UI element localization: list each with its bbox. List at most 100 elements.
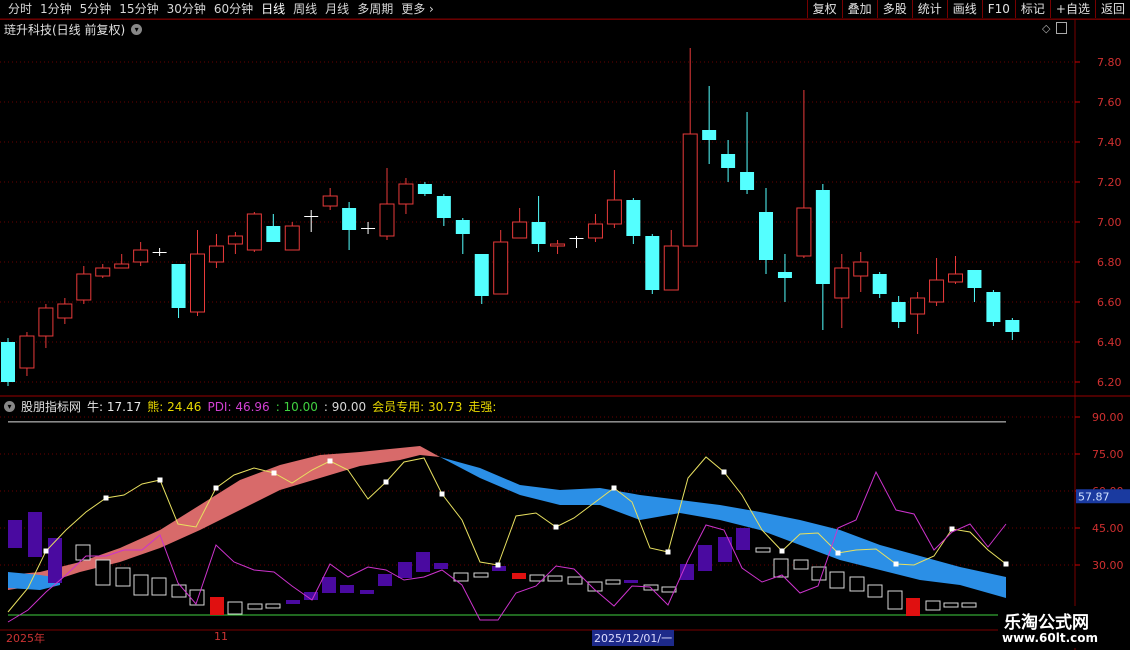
candle-body <box>266 226 281 242</box>
current-value-label: 57.87 <box>1078 490 1110 503</box>
candle-body <box>493 241 509 295</box>
indicator-bar <box>492 566 506 571</box>
legend-bull: 牛: 17.17 <box>87 400 142 414</box>
ind-tick-label: 30.00 <box>1092 559 1124 572</box>
indicator-bar <box>227 601 243 615</box>
candle-body <box>455 220 470 234</box>
indicator-bar <box>247 603 263 610</box>
yellow-marker <box>893 561 899 567</box>
candle-body <box>417 184 432 194</box>
indicator-bar <box>340 585 354 593</box>
red-band <box>8 446 440 590</box>
candle-body <box>1 342 15 382</box>
indicator-bar <box>529 574 545 582</box>
f10-button[interactable]: F10 <box>981 0 1015 18</box>
ind-tick-label: 90.00 <box>1092 411 1124 424</box>
main-chart[interactable]: 7.80 7.60 7.40 7.20 7.00 6.80 6.60 6.40 6.20 90.0… <box>0 0 1130 650</box>
tab-daily[interactable]: 日线 <box>257 1 289 18</box>
date-start: 2025年 <box>6 632 45 645</box>
candle-body <box>436 196 451 218</box>
indicator-bar <box>115 567 131 587</box>
period-tabs: 分时 1分钟 5分钟 15分钟 30分钟 60分钟 日线 周线 月线 多周期 更… <box>4 1 438 18</box>
legend-member: 会员专用: 30.73 <box>372 400 463 414</box>
diamond-icon[interactable]: ◇ <box>1042 22 1050 35</box>
candle-body <box>133 249 149 263</box>
tab-monthly[interactable]: 月线 <box>321 1 353 18</box>
chart-title: 琏升科技(日线 前复权) <box>4 23 126 37</box>
yellow-marker <box>213 485 219 491</box>
yellow-marker <box>553 524 559 530</box>
chevron-right-icon: › <box>429 2 434 16</box>
panel-toggle-icon[interactable] <box>1056 22 1068 34</box>
indicator-bar <box>473 572 489 578</box>
overlay-button[interactable]: 叠加 <box>841 0 877 18</box>
candle-body <box>208 245 224 263</box>
tab-more[interactable]: 更多 › <box>397 1 438 18</box>
tab-fenshi[interactable]: 分时 <box>4 1 36 18</box>
indicator-bar <box>322 577 336 593</box>
candle-body <box>95 267 111 277</box>
candle-body <box>587 223 603 239</box>
mark-button[interactable]: 标记 <box>1014 0 1050 18</box>
chart-grid <box>0 18 1130 650</box>
tab-30min[interactable]: 30分钟 <box>163 1 210 18</box>
candle-body <box>796 207 812 257</box>
ind-tick-label: 45.00 <box>1092 522 1124 535</box>
indicator-bar <box>434 563 448 569</box>
tab-60min[interactable]: 60分钟 <box>210 1 257 18</box>
indicator-bar <box>265 603 281 609</box>
price-tick-label: 7.20 <box>1097 176 1122 189</box>
candle-body <box>834 267 850 299</box>
indicator-bar <box>286 600 300 604</box>
chart-tools: ◇ <box>1042 22 1068 35</box>
indicator-bar <box>587 581 603 592</box>
yellow-marker <box>43 548 49 554</box>
indicator-bar <box>398 562 412 578</box>
candle-body <box>910 297 926 315</box>
candle-body <box>550 243 566 247</box>
indicator-bar <box>95 559 111 586</box>
tab-more-label: 更多 <box>401 2 426 16</box>
candle-body <box>777 272 792 278</box>
candle-body <box>152 252 167 253</box>
draw-line-button[interactable]: 画线 <box>946 0 982 18</box>
chevron-down-icon[interactable]: ▾ <box>4 401 15 412</box>
restore-rights-button[interactable]: 复权 <box>806 0 842 18</box>
tab-5min[interactable]: 5分钟 <box>76 1 116 18</box>
legend-strong: 走强: <box>468 400 497 414</box>
candlestick-series <box>1 48 1020 386</box>
chart-title-row: 琏升科技(日线 前复权) ▾ <box>4 21 143 38</box>
blue-band-left <box>8 572 60 590</box>
statistics-button[interactable]: 统计 <box>911 0 947 18</box>
candle-body <box>304 216 319 217</box>
tab-multi-period[interactable]: 多周期 <box>353 1 397 18</box>
legend-pdi: PDI: 46.96 <box>207 399 270 414</box>
candle-body <box>379 203 395 237</box>
top-toolbar: 分时 1分钟 5分钟 15分钟 30分钟 60分钟 日线 周线 月线 多周期 更… <box>0 0 1130 20</box>
back-button[interactable]: 返回 <box>1094 0 1130 18</box>
indicator-bar <box>304 592 318 600</box>
indicator-bar <box>887 590 903 610</box>
chevron-down-icon[interactable]: ▾ <box>131 24 143 35</box>
add-watchlist-button[interactable]: +自选 <box>1049 0 1095 18</box>
tab-15min[interactable]: 15分钟 <box>115 1 162 18</box>
date-selected[interactable]: 2025/12/01/一 <box>592 630 675 646</box>
yellow-marker <box>383 479 389 485</box>
tab-1min[interactable]: 1分钟 <box>36 1 76 18</box>
tab-weekly[interactable]: 周线 <box>289 1 321 18</box>
candle-body <box>512 221 528 239</box>
indicator-bar <box>643 584 659 591</box>
indicator-source: 股朋指标网 <box>21 400 82 414</box>
legend-high: : 90.00 <box>323 399 367 414</box>
multi-stock-button[interactable]: 多股 <box>876 0 912 18</box>
indicator-bar <box>793 559 809 570</box>
candle-body <box>606 199 622 225</box>
candle-body <box>284 225 300 251</box>
candle-body <box>76 273 92 301</box>
indicator-bar <box>547 575 563 582</box>
indicator-bar <box>210 597 224 615</box>
yellow-line <box>7 456 1007 613</box>
candle-body <box>227 235 243 245</box>
indicator-bar <box>849 576 865 592</box>
indicator-bar <box>189 589 205 606</box>
